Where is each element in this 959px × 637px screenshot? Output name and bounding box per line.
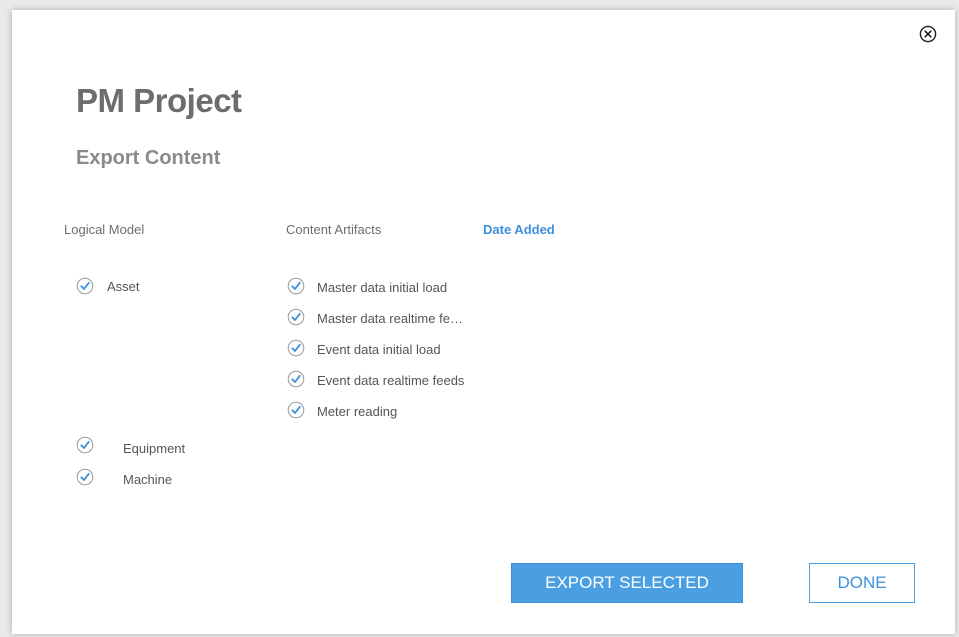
check-circle-icon xyxy=(76,468,94,486)
logical-model-item-asset[interactable]: Asset xyxy=(76,276,140,296)
content-artifact-item[interactable]: Master data initial load xyxy=(287,276,447,296)
check-circle-icon xyxy=(287,401,305,419)
content-artifact-item[interactable]: Event data realtime feeds xyxy=(287,369,464,389)
check-circle-icon xyxy=(287,370,305,388)
check-circle-icon xyxy=(76,436,94,454)
check-circle-icon xyxy=(287,339,305,357)
content-artifact-label: Event data initial load xyxy=(317,341,441,357)
content-artifact-label: Event data realtime feeds xyxy=(317,372,465,388)
check-circle-icon xyxy=(287,308,305,326)
content-artifact-label: Meter reading xyxy=(317,403,398,419)
dialog-subtitle: Export Content xyxy=(76,147,221,169)
export-selected-button[interactable]: EXPORT SELECTED xyxy=(511,563,743,603)
check-circle-icon xyxy=(287,277,305,295)
logical-model-item-label: Asset xyxy=(107,278,140,294)
export-content-dialog: PM Project Export Content Logical Model … xyxy=(12,10,955,634)
content-artifact-label: Master data realtime fe… xyxy=(317,310,463,326)
logical-model-item-label: Machine xyxy=(123,471,173,487)
check-circle-icon xyxy=(76,277,94,295)
logical-model-header: Logical Model xyxy=(64,222,145,237)
content-artifact-item[interactable]: Meter reading xyxy=(287,400,397,420)
content-artifact-item[interactable]: Event data initial load xyxy=(287,338,441,358)
logical-model-item-machine[interactable]: Machine xyxy=(76,467,172,487)
close-circle-icon xyxy=(919,25,937,43)
content-artifacts-header: Content Artifacts xyxy=(286,222,382,237)
logical-model-item-label: Equipment xyxy=(123,440,186,456)
content-artifact-item[interactable]: Master data realtime fe… xyxy=(287,307,463,327)
date-added-sort-link[interactable]: Date Added xyxy=(483,222,555,237)
close-button[interactable] xyxy=(919,25,937,43)
page-title: PM Project xyxy=(76,82,242,119)
content-artifact-label: Master data initial load xyxy=(317,279,448,295)
done-button[interactable]: DONE xyxy=(809,563,915,603)
logical-model-item-equipment[interactable]: Equipment xyxy=(76,435,186,456)
